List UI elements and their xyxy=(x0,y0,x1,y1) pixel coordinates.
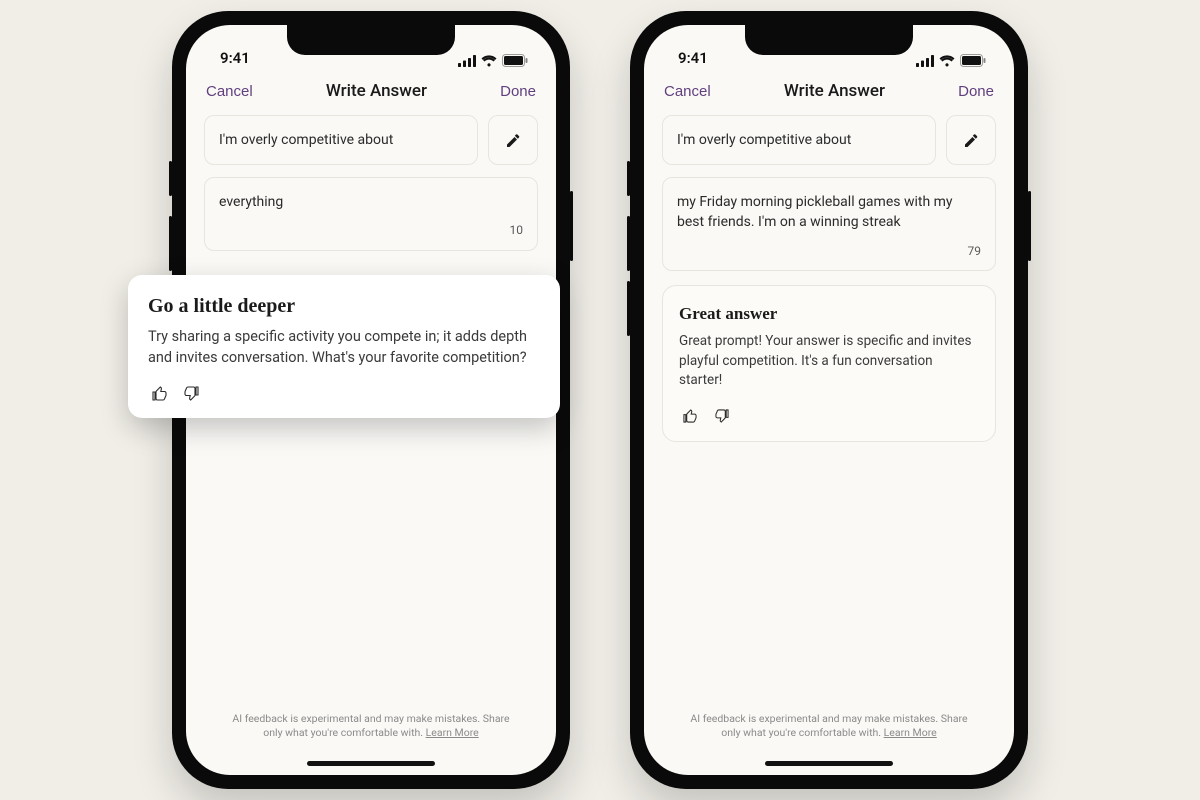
char-count: 10 xyxy=(219,222,523,239)
power-button xyxy=(570,191,573,261)
learn-more-link[interactable]: Learn More xyxy=(426,726,479,739)
pencil-icon xyxy=(963,132,980,149)
feedback-body: Try sharing a specific activity you comp… xyxy=(148,326,540,368)
cellular-icon xyxy=(916,55,934,67)
cancel-button[interactable]: Cancel xyxy=(206,83,253,100)
done-button[interactable]: Done xyxy=(958,83,994,100)
status-time: 9:41 xyxy=(678,49,708,67)
prompt-text[interactable]: I'm overly competitive about xyxy=(662,115,936,165)
feedback-card-left: Go a little deeper Try sharing a specifi… xyxy=(128,275,560,418)
prompt-text[interactable]: I'm overly competitive about xyxy=(204,115,478,165)
feedback-title: Go a little deeper xyxy=(148,295,540,318)
feedback-card-right: Great answer Great prompt! Your answer i… xyxy=(662,285,996,442)
wifi-icon xyxy=(481,55,497,67)
disclaimer: AI feedback is experimental and may make… xyxy=(644,712,1014,741)
screen-right: 9:41 Cancel Write Answer Done I'm overly… xyxy=(644,25,1014,775)
disclaimer-line1: AI feedback is experimental and may make… xyxy=(232,712,509,725)
answer-input[interactable]: everything 10 xyxy=(204,177,538,251)
thumbs-up-button[interactable] xyxy=(148,382,170,404)
answer-text: everything xyxy=(219,192,523,212)
wifi-icon xyxy=(939,55,955,67)
volume-up xyxy=(627,216,630,271)
feedback-body: Great prompt! Your answer is specific an… xyxy=(679,332,979,391)
nav-title: Write Answer xyxy=(326,81,427,101)
home-indicator[interactable] xyxy=(765,761,893,766)
thumbs-up-button[interactable] xyxy=(679,405,701,427)
phone-left: 9:41 Cancel Write Answer Done I'm overly… xyxy=(172,11,570,789)
home-indicator[interactable] xyxy=(307,761,435,766)
notch xyxy=(745,25,913,55)
cancel-button[interactable]: Cancel xyxy=(664,83,711,100)
content-left: I'm overly competitive about everything … xyxy=(186,115,556,251)
mute-switch xyxy=(169,161,172,196)
disclaimer-line2: only what you're comfortable with. xyxy=(263,726,425,739)
thumbs-up-icon xyxy=(152,386,167,401)
answer-input[interactable]: my Friday morning pickleball games with … xyxy=(662,177,996,271)
status-time: 9:41 xyxy=(220,49,250,67)
power-button xyxy=(1028,191,1031,261)
nav-bar: Cancel Write Answer Done xyxy=(644,71,1014,115)
thumbs-down-button[interactable] xyxy=(180,382,202,404)
edit-prompt-button[interactable] xyxy=(946,115,996,165)
feedback-actions xyxy=(148,382,540,404)
pencil-icon xyxy=(505,132,522,149)
notch xyxy=(287,25,455,55)
cellular-icon xyxy=(458,55,476,67)
feedback-title: Great answer xyxy=(679,304,979,324)
nav-bar: Cancel Write Answer Done xyxy=(186,71,556,115)
char-count: 79 xyxy=(677,243,981,260)
edit-prompt-button[interactable] xyxy=(488,115,538,165)
prompt-row: I'm overly competitive about xyxy=(204,115,538,165)
thumbs-down-icon xyxy=(184,386,199,401)
battery-icon xyxy=(502,54,528,67)
volume-up xyxy=(169,216,172,271)
disclaimer-line1: AI feedback is experimental and may make… xyxy=(690,712,967,725)
status-indicators xyxy=(458,54,528,67)
volume-down xyxy=(627,281,630,336)
thumbs-down-button[interactable] xyxy=(711,405,733,427)
mute-switch xyxy=(627,161,630,196)
content-right: I'm overly competitive about my Friday m… xyxy=(644,115,1014,442)
done-button[interactable]: Done xyxy=(500,83,536,100)
disclaimer: AI feedback is experimental and may make… xyxy=(186,712,556,741)
answer-text: my Friday morning pickleball games with … xyxy=(677,192,981,233)
disclaimer-line2: only what you're comfortable with. xyxy=(721,726,883,739)
learn-more-link[interactable]: Learn More xyxy=(884,726,937,739)
feedback-actions xyxy=(679,405,979,427)
thumbs-down-icon xyxy=(715,409,729,423)
prompt-row: I'm overly competitive about xyxy=(662,115,996,165)
thumbs-up-icon xyxy=(683,409,697,423)
nav-title: Write Answer xyxy=(784,81,885,101)
phone-right: 9:41 Cancel Write Answer Done I'm overly… xyxy=(630,11,1028,789)
status-indicators xyxy=(916,54,986,67)
battery-icon xyxy=(960,54,986,67)
